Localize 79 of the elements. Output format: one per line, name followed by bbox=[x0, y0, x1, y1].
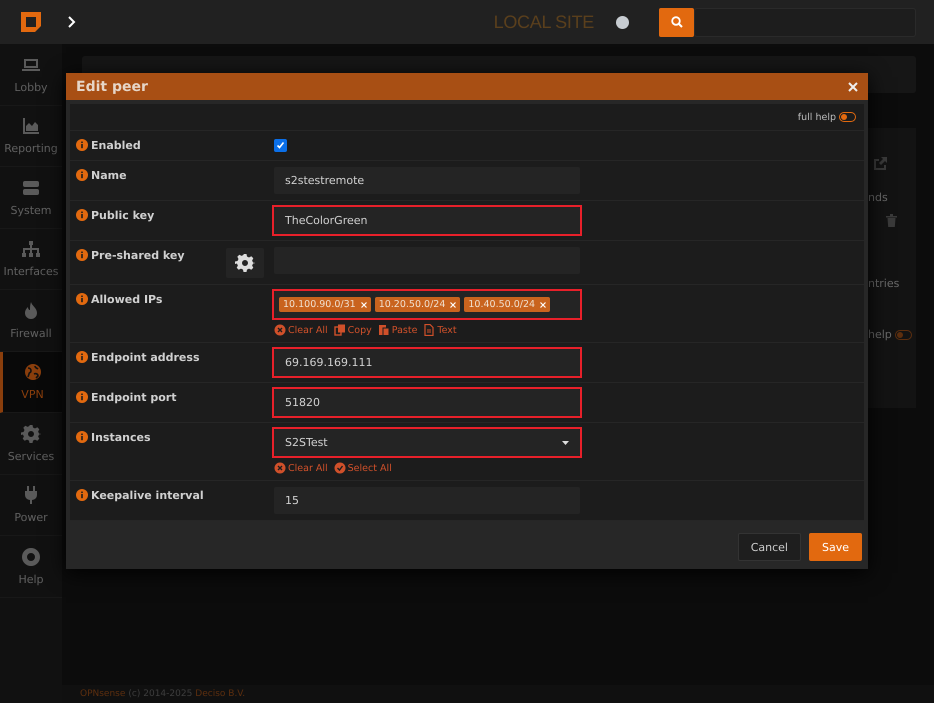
document-icon bbox=[423, 324, 436, 336]
sidebar-item[interactable]: Services bbox=[0, 413, 62, 474]
sidebar-item[interactable]: Help bbox=[0, 536, 62, 598]
brand-link[interactable]: OPNsense bbox=[80, 689, 126, 699]
close-icon[interactable] bbox=[848, 82, 858, 92]
cancel-button[interactable]: Cancel bbox=[738, 533, 801, 561]
input-field[interactable]: s2stestremote bbox=[274, 167, 580, 194]
info-icon[interactable] bbox=[76, 391, 88, 403]
toggle[interactable] bbox=[894, 330, 912, 340]
field-label: Allowed IPs bbox=[91, 293, 162, 306]
network-icon bbox=[21, 239, 41, 260]
info-icon[interactable] bbox=[76, 249, 88, 261]
globe-icon bbox=[22, 362, 42, 382]
logo-icon[interactable] bbox=[18, 9, 44, 35]
clear-icon bbox=[274, 462, 286, 474]
sidebar-item[interactable]: Reporting bbox=[0, 106, 62, 167]
dialog-title: Edit peer bbox=[76, 78, 149, 94]
sidebar-item[interactable]: Interfaces bbox=[0, 228, 62, 290]
status-dot bbox=[616, 16, 629, 28]
generate-button[interactable] bbox=[226, 248, 264, 278]
remove-icon[interactable] bbox=[540, 302, 546, 308]
field-label: Pre-shared key bbox=[91, 249, 185, 262]
field-label: Enabled bbox=[91, 139, 141, 152]
site-name: LOCAL SITE bbox=[494, 12, 594, 32]
checkbox[interactable] bbox=[274, 139, 287, 152]
action-link[interactable]: Select All bbox=[334, 462, 392, 474]
chart-icon bbox=[21, 116, 41, 136]
input-field[interactable]: 15 bbox=[274, 487, 580, 514]
action-link[interactable]: Copy bbox=[334, 324, 372, 336]
action-link[interactable]: Paste bbox=[378, 324, 418, 336]
save-button[interactable]: Save bbox=[808, 533, 862, 561]
ip-tag[interactable]: 10.40.50.0/24 bbox=[464, 297, 550, 312]
field-label: Name bbox=[91, 169, 127, 182]
input-field[interactable]: TheColorGreen bbox=[274, 207, 580, 234]
clear-icon bbox=[274, 324, 286, 336]
gear-icon bbox=[235, 253, 255, 273]
input-field[interactable]: 51820 bbox=[274, 389, 580, 416]
info-icon[interactable] bbox=[76, 209, 88, 221]
select-field[interactable]: S2STest bbox=[274, 429, 580, 456]
sidebar-item[interactable]: Power bbox=[0, 474, 62, 536]
paste-icon bbox=[378, 324, 390, 336]
gear-icon bbox=[21, 424, 41, 444]
column-header: nds bbox=[868, 191, 888, 204]
lifebuoy-icon bbox=[21, 546, 41, 567]
search-field[interactable] bbox=[694, 8, 916, 36]
sidebar-item[interactable]: Lobby bbox=[0, 44, 62, 106]
search-button[interactable] bbox=[659, 8, 694, 36]
search-icon bbox=[670, 16, 682, 28]
copy-icon bbox=[334, 324, 346, 336]
toggle[interactable] bbox=[839, 112, 856, 122]
info-icon[interactable] bbox=[76, 431, 88, 443]
action-link[interactable]: Clear All bbox=[274, 324, 328, 336]
help-label: help bbox=[868, 328, 892, 341]
chevron-icon[interactable] bbox=[66, 16, 78, 28]
info-icon[interactable] bbox=[76, 293, 88, 305]
input-field[interactable]: 69.169.169.111 bbox=[274, 349, 580, 376]
company-link[interactable]: Deciso B.V. bbox=[195, 689, 246, 699]
action-link[interactable]: Text bbox=[423, 324, 457, 336]
action-link[interactable]: Clear All bbox=[274, 462, 328, 474]
info-icon[interactable] bbox=[76, 139, 88, 151]
info-icon[interactable] bbox=[76, 169, 88, 181]
field-label: Keepalive interval bbox=[91, 489, 204, 502]
caret-icon bbox=[562, 440, 569, 444]
tag-field[interactable]: 10.100.90.0/31 10.20.50.0/24 10.40.50.0/24 bbox=[274, 291, 580, 318]
sidebar-item[interactable]: System bbox=[0, 167, 62, 228]
remove-icon[interactable] bbox=[360, 302, 367, 308]
remove-icon[interactable] bbox=[450, 302, 456, 308]
help-label: full help bbox=[798, 112, 836, 122]
ip-tag[interactable]: 10.20.50.0/24 bbox=[374, 297, 460, 312]
ip-tag[interactable]: 10.100.90.0/31 bbox=[279, 297, 371, 312]
field-label: Endpoint address bbox=[91, 351, 200, 364]
field-label: Instances bbox=[91, 431, 151, 444]
info-icon[interactable] bbox=[76, 351, 88, 363]
sidebar-item[interactable]: VPN bbox=[0, 352, 62, 413]
field-label: Endpoint port bbox=[91, 391, 176, 404]
info-icon[interactable] bbox=[76, 489, 88, 501]
status-text: ntries bbox=[868, 277, 900, 290]
field-label: Public key bbox=[91, 209, 154, 222]
check-circle-icon bbox=[334, 462, 346, 474]
